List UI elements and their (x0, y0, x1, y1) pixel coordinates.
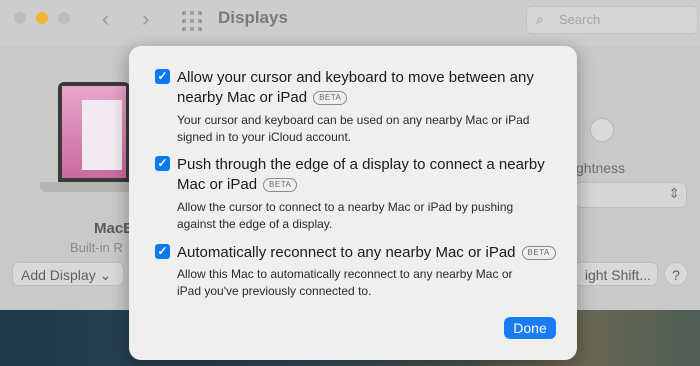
checkbox-auto-reconnect[interactable]: ✓ (155, 244, 170, 259)
search-placeholder: Search (559, 12, 601, 27)
back-arrow-icon[interactable]: ‹ (102, 6, 109, 32)
search-icon: ⌕ (536, 11, 544, 27)
checkbox-push-through-edge[interactable]: ✓ (155, 156, 170, 171)
option-description: Allow this Mac to automatically reconnec… (177, 266, 567, 300)
option-description-line1: Allow the cursor to connect to a nearby … (177, 200, 514, 214)
forward-arrow-icon[interactable]: › (142, 6, 149, 32)
popup-chevron-icon: ⇕ (668, 185, 680, 201)
option-description-line2: against the edge of a display. (177, 217, 333, 231)
option-title: Allow your cursor and keyboard to move b… (177, 68, 557, 108)
display-subtitle: Built-in R (70, 240, 123, 255)
option-description-line1: Allow this Mac to automatically reconnec… (177, 267, 513, 281)
option-description: Allow the cursor to connect to a nearby … (177, 199, 567, 233)
beta-badge: BETA (263, 178, 298, 192)
close-window-button[interactable] (14, 12, 26, 24)
zoom-window-button[interactable] (58, 12, 70, 24)
night-shift-button[interactable]: ight Shift... (574, 262, 658, 286)
display-name: MacB (94, 220, 135, 237)
display-popup-menu[interactable]: ⇕ (575, 182, 687, 208)
option-title: Push through the edge of a display to co… (177, 155, 557, 195)
add-display-button[interactable]: Add Display ⌄ (12, 262, 124, 286)
show-all-grid-icon[interactable] (182, 11, 202, 31)
brightness-slider-knob[interactable] (590, 118, 614, 142)
option-title-line2: nearby Mac or iPad (177, 89, 308, 106)
titlebar: ‹ › Displays ⌕ Search (0, 0, 700, 46)
option-title-line1: Allow your cursor and keyboard to move b… (177, 69, 534, 86)
option-description: Your cursor and keyboard can be used on … (177, 112, 567, 146)
brightness-label: ghtness (576, 160, 626, 176)
option-description-line1: Your cursor and keyboard can be used on … (177, 113, 530, 127)
beta-badge: BETA (313, 91, 348, 105)
search-field[interactable]: ⌕ Search (526, 6, 698, 34)
option-title-line1: Push through the edge of a display to co… (177, 156, 545, 173)
help-button[interactable]: ? (664, 262, 688, 286)
chevron-down-icon: ⌄ (99, 267, 112, 283)
checkbox-cursor-keyboard[interactable]: ✓ (155, 69, 170, 84)
add-display-label: Add Display (21, 267, 96, 283)
minimize-window-button[interactable] (36, 12, 48, 24)
done-button[interactable]: Done (504, 317, 556, 339)
option-description-line2: signed in to your iCloud account. (177, 130, 352, 144)
option-title: Automatically reconnect to any nearby Ma… (177, 243, 557, 263)
universal-control-dialog: ✓ Allow your cursor and keyboard to move… (129, 46, 577, 360)
option-description-line2: iPad you've previously connected to. (177, 284, 372, 298)
beta-badge: BETA (521, 246, 556, 260)
option-title-line1: Automatically reconnect to any nearby Ma… (177, 244, 516, 261)
option-title-line2: Mac or iPad (177, 176, 258, 193)
window-title: Displays (218, 8, 288, 27)
